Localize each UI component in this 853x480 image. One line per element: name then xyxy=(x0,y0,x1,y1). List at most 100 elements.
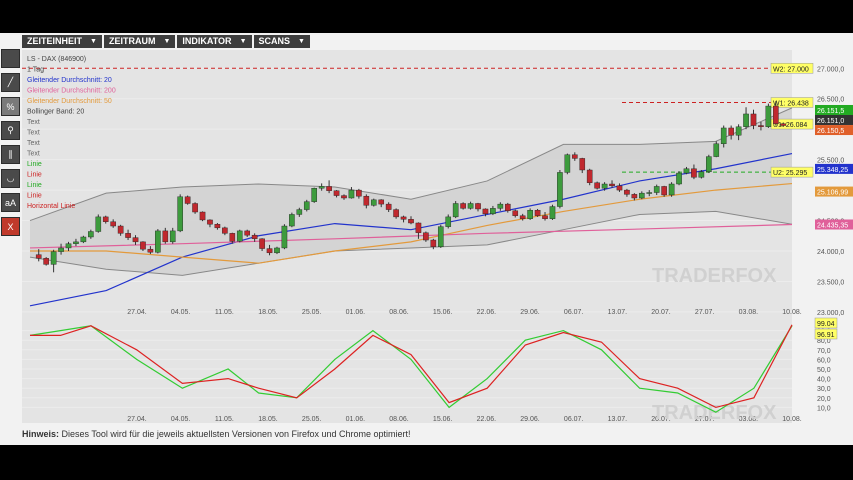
candle-body xyxy=(318,186,325,189)
candle-body xyxy=(773,105,779,124)
axis-background xyxy=(792,50,853,318)
price-chart[interactable]: 27.000,026.500,026.000,025.500,025.000,0… xyxy=(22,50,853,318)
price-tag-label: 26.151,0 xyxy=(817,118,844,125)
candle-body xyxy=(579,158,586,171)
x-tick-label: 29.06. xyxy=(520,309,540,316)
candle-body xyxy=(408,219,414,224)
candle-body xyxy=(378,199,385,205)
candle-body xyxy=(132,237,139,243)
osc-value-tag: 99.04 xyxy=(817,321,835,328)
candle-body xyxy=(95,216,102,232)
candle-body xyxy=(519,215,526,219)
delete-icon: X xyxy=(7,221,14,232)
menu-scans[interactable]: SCANS ▼ xyxy=(253,35,310,48)
osc-x-tick-label: 22.06. xyxy=(477,416,497,423)
price-tag-label: 25.348,25 xyxy=(817,167,848,174)
osc-y-tick-label: 70,0 xyxy=(817,348,831,355)
candle-body xyxy=(35,254,42,259)
legend-entry: Text xyxy=(27,140,40,147)
candle-body xyxy=(266,248,273,254)
candle-body xyxy=(110,221,116,227)
candle-body xyxy=(765,105,772,127)
candle-body xyxy=(609,183,615,187)
candle-body xyxy=(557,172,563,207)
candle-body xyxy=(661,186,667,196)
candle-body xyxy=(564,154,571,173)
line-tool[interactable]: ╱ xyxy=(1,73,20,92)
y-tick-label: 23.000,0 xyxy=(817,310,844,317)
price-tag-label: 25.106,99 xyxy=(817,190,848,197)
candle-body xyxy=(698,171,705,178)
x-tick-label: 13.07. xyxy=(608,309,628,316)
candle-body xyxy=(393,209,399,218)
candle-body xyxy=(177,196,183,232)
drawing-toolbar: ╱% ⚲ ∥ ◡ aA X xyxy=(1,49,20,241)
osc-x-tick-label: 13.07. xyxy=(608,416,628,423)
candle-body xyxy=(155,230,161,253)
candle-body xyxy=(199,211,206,221)
y-tick-label: 24.000,0 xyxy=(817,249,844,256)
x-tick-label: 04.05. xyxy=(171,309,191,316)
candle-body xyxy=(594,182,600,189)
footer-note-bold: Hinweis: xyxy=(22,429,60,439)
candle-body xyxy=(460,203,466,209)
candle-body xyxy=(542,215,548,219)
delete-tool[interactable]: X xyxy=(1,217,20,236)
zoom-tool[interactable]: ⚲ xyxy=(1,121,20,140)
parallel-tool[interactable]: ∥ xyxy=(1,145,20,164)
legend-entry: 1 Tag xyxy=(27,67,44,74)
candle-body xyxy=(616,185,623,191)
text-tool[interactable]: aA xyxy=(1,193,20,212)
candle-body xyxy=(169,230,176,243)
candle-body xyxy=(400,216,407,220)
candle-body xyxy=(162,230,169,243)
caret-down-icon: ▼ xyxy=(239,38,247,45)
candle-body xyxy=(475,203,481,210)
parallel-icon: ∥ xyxy=(8,149,13,159)
osc-y-tick-label: 60,0 xyxy=(817,357,831,364)
menu-zeiteinheit[interactable]: ZEITEINHEIT ▼ xyxy=(22,35,102,48)
candle-body xyxy=(370,199,377,206)
candle-body xyxy=(445,216,452,227)
candle-body xyxy=(281,225,288,249)
x-tick-label: 27.04. xyxy=(127,309,147,316)
candle-body xyxy=(639,192,645,199)
x-tick-label: 10.08. xyxy=(782,309,802,316)
legend-entry: Gleitender Durchschnitt: 200 xyxy=(27,88,116,95)
oscillator-chart[interactable]: 90,080,070,060,050,040,030,020,010,027.0… xyxy=(22,317,853,423)
candle-body xyxy=(691,168,697,178)
candle-body xyxy=(668,183,675,196)
candle-body xyxy=(415,222,422,233)
osc-y-tick-label: 50,0 xyxy=(817,367,831,374)
candle-body xyxy=(586,169,593,183)
candle-body xyxy=(251,234,258,240)
candle-body xyxy=(229,233,236,242)
candle-body xyxy=(527,209,533,219)
price-tag-label: 24.435,35 xyxy=(817,223,848,230)
x-tick-label: 11.05. xyxy=(215,309,234,316)
candle-body xyxy=(482,208,489,215)
menu-indikator[interactable]: INDIKATOR ▼ xyxy=(177,35,252,48)
candle-body xyxy=(326,186,332,191)
candle-body xyxy=(348,189,355,199)
legend-entry: Linie xyxy=(27,182,42,189)
menu-zeitraum[interactable]: ZEITRAUM ▼ xyxy=(103,35,176,48)
candle-body xyxy=(184,196,191,204)
candle-body xyxy=(140,241,146,250)
caret-down-icon: ▼ xyxy=(298,38,305,45)
candle-body xyxy=(58,247,64,252)
candle-body xyxy=(65,243,72,249)
candle-body xyxy=(713,143,720,157)
candle-body xyxy=(534,209,541,216)
candle-body xyxy=(683,168,690,174)
footer-note: Hinweis: Dieses Tool wird für die jeweil… xyxy=(22,429,411,439)
pointer-tool[interactable] xyxy=(1,49,20,68)
x-tick-label: 06.07. xyxy=(564,309,584,316)
candle-body xyxy=(333,190,340,196)
x-tick-label: 03.08. xyxy=(739,309,759,316)
osc-x-tick-label: 25.05. xyxy=(302,416,322,423)
percent-tool[interactable]: % xyxy=(1,97,20,116)
curve-tool[interactable]: ◡ xyxy=(1,169,20,188)
legend-entry: Gleitender Durchschnitt: 50 xyxy=(27,98,112,105)
menu-label: ZEITRAUM xyxy=(108,36,156,46)
